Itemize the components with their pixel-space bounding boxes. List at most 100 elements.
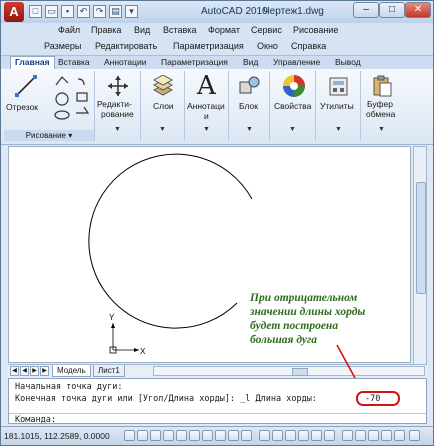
vertical-scrollbar[interactable]	[413, 146, 427, 366]
menu-draw[interactable]: Рисование	[293, 25, 338, 35]
properties-icon	[283, 75, 305, 97]
polar-icon[interactable]	[163, 430, 174, 441]
menu-modify[interactable]: Редактировать	[95, 41, 157, 51]
command-prompt: Команда:	[15, 415, 56, 425]
layers-panel[interactable]: Слои ▼	[141, 71, 185, 141]
lock-icon[interactable]	[381, 430, 392, 441]
scroll-thumb[interactable]	[292, 368, 308, 376]
tab-view[interactable]: Вид	[243, 57, 258, 67]
tab-parametric[interactable]: Параметризация	[161, 57, 228, 67]
last-tab-button[interactable]: ▶	[40, 366, 49, 376]
steering-wheel-icon[interactable]	[311, 430, 322, 441]
menu-dimension[interactable]: Размеры	[44, 41, 81, 51]
grid-icon[interactable]	[137, 430, 148, 441]
model-space-icon[interactable]	[259, 430, 270, 441]
dyn-icon[interactable]	[215, 430, 226, 441]
clean-screen-icon[interactable]	[394, 430, 405, 441]
ortho-icon[interactable]	[150, 430, 161, 441]
save-icon[interactable]: ▪	[61, 5, 74, 18]
menu-window[interactable]: Окно	[257, 41, 278, 51]
annotation-label-1: Аннотаци	[187, 101, 225, 111]
line-button-label[interactable]: Отрезок	[6, 102, 38, 112]
lineweight-icon[interactable]	[228, 430, 239, 441]
draw-panel-title[interactable]: Рисование ▾	[4, 130, 94, 141]
new-icon[interactable]: □	[29, 5, 42, 18]
menu-view[interactable]: Вид	[134, 25, 150, 35]
annotation-line: При отрицательном	[250, 292, 358, 304]
plot-icon[interactable]: ▤	[109, 5, 122, 18]
annotation-line: большая дуга	[250, 334, 317, 346]
annotation-line: будет построена	[250, 320, 339, 332]
ribbon: Отрезок Рисование ▾ Редакти- рование ▼ С…	[1, 69, 433, 145]
status-menu-icon[interactable]	[409, 430, 420, 441]
prev-tab-button[interactable]: ◀	[20, 366, 29, 376]
tab-manage[interactable]: Управление	[273, 57, 320, 67]
utilities-icon	[329, 77, 348, 96]
line-icon[interactable]	[14, 74, 38, 98]
tab-insert[interactable]: Вставка	[58, 57, 90, 67]
snap-icon[interactable]	[124, 430, 135, 441]
otrack-icon[interactable]	[189, 430, 200, 441]
annotation-note: При отрицательном значении длины хорды б…	[250, 291, 400, 347]
menu-insert[interactable]: Вставка	[163, 25, 196, 35]
annotation-line: значении длины хорды	[250, 306, 366, 318]
dropdown-icon[interactable]: ▾	[125, 5, 138, 18]
menu-parametric[interactable]: Параметризация	[173, 41, 244, 51]
ucs-y-label: Y	[109, 313, 115, 322]
quick-properties-icon[interactable]	[241, 430, 252, 441]
menu-tools[interactable]: Сервис	[251, 25, 282, 35]
tab-sheet1[interactable]: Лист1	[93, 365, 125, 377]
modify-panel[interactable]: Редакти- рование ▼	[95, 71, 141, 141]
move-icon	[108, 76, 128, 96]
menu-file[interactable]: Файл	[58, 25, 80, 35]
block-panel[interactable]: Блок ▼	[229, 71, 270, 141]
layout-icon[interactable]	[272, 430, 283, 441]
menu-format[interactable]: Формат	[208, 25, 240, 35]
utilities-panel[interactable]: Утилиты ▼	[316, 71, 361, 141]
first-tab-button[interactable]: ◀	[10, 366, 19, 376]
maximize-button[interactable]: □	[379, 2, 405, 18]
block-label: Блок	[239, 101, 258, 111]
showmotion-icon[interactable]	[324, 430, 335, 441]
autocad-window: A □ ▭ ▪ ↶ ↷ ▤ ▾ AutoCAD 2010 Чертеж1.dwg…	[0, 0, 434, 446]
clipboard-panel[interactable]: Буфер обмена ▼	[361, 71, 405, 141]
tab-annotate[interactable]: Аннотации	[104, 57, 147, 67]
clipboard-icon	[373, 75, 392, 97]
menu-edit[interactable]: Правка	[91, 25, 121, 35]
tab-home[interactable]: Главная	[10, 56, 55, 69]
osnap-icon[interactable]	[176, 430, 187, 441]
block-icon	[239, 76, 260, 94]
tab-model[interactable]: Модель	[52, 365, 91, 377]
tab-output[interactable]: Вывод	[335, 57, 361, 67]
pan-icon[interactable]	[285, 430, 296, 441]
close-button[interactable]: ✕	[405, 2, 431, 18]
annotation-panel[interactable]: A Аннотаци и ▼	[185, 71, 229, 141]
next-tab-button[interactable]: ▶	[30, 366, 39, 376]
chevron-down-icon: ▼	[203, 126, 210, 133]
status-bar: 181.1015, 112.2589, 0.0000	[1, 426, 433, 445]
quick-access-toolbar: □ ▭ ▪ ↶ ↷ ▤ ▾	[29, 5, 138, 19]
undo-icon[interactable]: ↶	[77, 5, 90, 18]
properties-panel[interactable]: Свойства ▼	[270, 71, 316, 141]
draw-tools-icon[interactable]	[52, 73, 92, 125]
open-icon[interactable]: ▭	[45, 5, 58, 18]
document-title: Чертеж1.dwg	[263, 6, 324, 17]
application-menu-button[interactable]: A	[4, 2, 24, 22]
chevron-down-icon: ▼	[114, 126, 121, 133]
zoom-icon[interactable]	[298, 430, 309, 441]
command-history-line: Конечная точка дуги или [Угол/Длина хорд…	[15, 394, 317, 404]
command-history-line: Начальная точка дуги:	[15, 382, 123, 392]
horizontal-scrollbar[interactable]	[153, 366, 425, 376]
annotation-visibility-icon[interactable]	[355, 430, 366, 441]
chevron-down-icon: ▼	[378, 126, 385, 133]
menu-help[interactable]: Справка	[291, 41, 326, 51]
command-input[interactable]: Команда:	[9, 413, 426, 425]
redo-icon[interactable]: ↷	[93, 5, 106, 18]
workspace-icon[interactable]	[368, 430, 379, 441]
ducs-icon[interactable]	[202, 430, 213, 441]
chevron-down-icon: ▼	[159, 126, 166, 133]
scroll-thumb[interactable]	[416, 182, 426, 294]
annotation-label-2: и	[204, 111, 209, 121]
minimize-button[interactable]: –	[353, 2, 379, 18]
annotation-scale-icon[interactable]	[342, 430, 353, 441]
